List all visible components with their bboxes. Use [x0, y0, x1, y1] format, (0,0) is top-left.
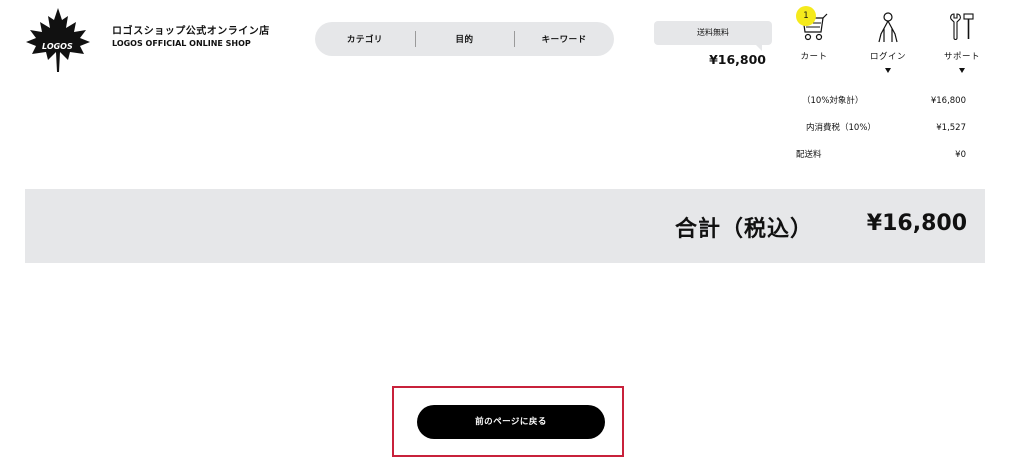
nav-category[interactable]: カテゴリ — [315, 33, 415, 45]
cart-count-badge: 1 — [796, 6, 816, 26]
breakdown-label: 配送料 — [796, 150, 822, 160]
back-to-previous-page-button[interactable]: 前のページに戻る — [417, 405, 605, 439]
breakdown-value: ¥1,527 — [936, 123, 966, 133]
breakdown-label: （10%対象計） — [802, 96, 864, 106]
breakdown-row: 配送料 ¥0 — [796, 149, 966, 176]
person-icon — [878, 12, 898, 43]
tools-icon — [950, 13, 974, 41]
breakdown-row: （10%対象計） ¥16,800 — [796, 95, 966, 122]
cart-button[interactable]: 1 カート — [784, 6, 844, 62]
nav-keyword[interactable]: キーワード — [514, 31, 614, 47]
brand-name-jp: ロゴスショップ公式オンライン店 — [112, 26, 270, 37]
brand-name-en: LOGOS OFFICIAL ONLINE SHOP — [112, 39, 251, 48]
breakdown-label: 内消費税（10%） — [806, 123, 876, 133]
brand-name: ロゴスショップ公式オンライン店 LOGOS OFFICIAL ONLINE SH… — [112, 25, 270, 50]
total-panel: 合計（税込） ¥16,800 — [25, 189, 985, 263]
support-label: サポート — [943, 52, 980, 62]
nav-purpose[interactable]: 目的 — [414, 31, 515, 47]
support-button[interactable]: サポート — [932, 10, 992, 73]
login-label: ログイン — [869, 52, 906, 62]
support-caret-icon — [959, 68, 965, 73]
breakdown-value: ¥0 — [955, 150, 966, 160]
total-label: 合計（税込） — [674, 217, 813, 242]
login-caret-icon — [885, 68, 891, 73]
total-value: ¥16,800 — [866, 211, 967, 236]
cart-label: カート — [800, 52, 828, 62]
main-nav: カテゴリ 目的 キーワード — [315, 22, 614, 56]
free-shipping-badge: 送料無料 — [654, 21, 772, 51]
breakdown-value: ¥16,800 — [930, 96, 966, 106]
maple-leaf-icon — [26, 8, 90, 72]
logo-wordmark: LOGOS — [42, 42, 73, 51]
price-breakdown: （10%対象計） ¥16,800 内消費税（10%） ¥1,527 配送料 ¥0 — [796, 95, 966, 176]
logos-logo[interactable]: LOGOS — [24, 6, 92, 74]
breakdown-row: 内消費税（10%） ¥1,527 — [796, 122, 966, 149]
header-cart-total: ¥16,800 — [709, 52, 766, 67]
login-button[interactable]: ログイン — [858, 10, 918, 73]
